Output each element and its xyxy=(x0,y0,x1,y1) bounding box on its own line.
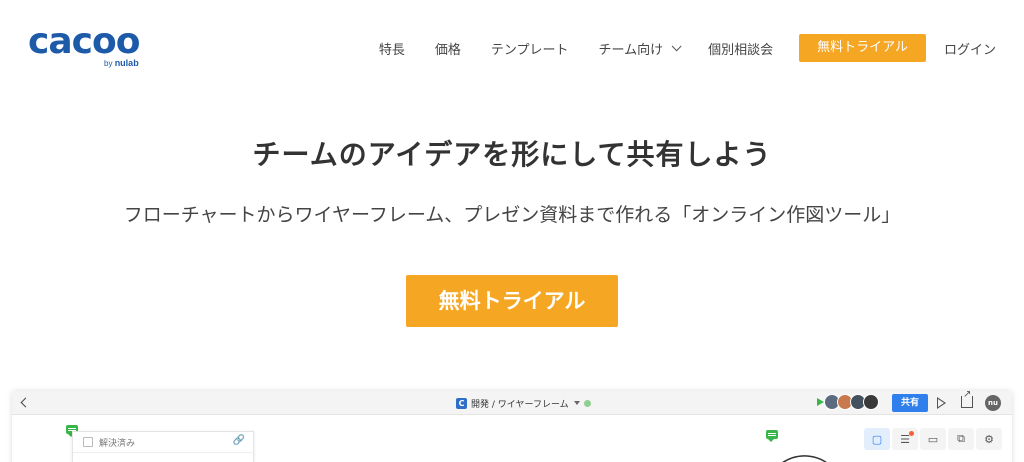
logo-by-brand: nulab xyxy=(114,58,139,68)
app-preview: C 開発 / ワイヤーフレーム 共有 nu 解決済み 🔗 ▢ ☰ ▭ ⧉ ⚙ xyxy=(12,391,1012,462)
collaborator-avatars[interactable] xyxy=(824,394,879,410)
editor-toolbar: C 開発 / ワイヤーフレーム 共有 nu xyxy=(12,391,1012,415)
video-icon[interactable]: ▭ xyxy=(920,428,946,450)
page-icon[interactable]: ▢ xyxy=(864,428,890,450)
cacoo-logo[interactable]: cacoo by nulab xyxy=(28,24,146,70)
free-trial-hero-button[interactable]: 無料トライアル xyxy=(406,275,618,327)
nav-item-features[interactable]: 特長 xyxy=(379,39,405,58)
user-avatar-icon[interactable]: nu xyxy=(985,395,1001,411)
gear-icon[interactable]: ⚙ xyxy=(976,428,1002,450)
breadcrumb[interactable]: C 開発 / ワイヤーフレーム xyxy=(456,395,591,411)
export-icon[interactable] xyxy=(961,391,973,408)
canvas-curve xyxy=(782,455,827,462)
link-icon[interactable]: 🔗 xyxy=(233,435,245,446)
site-header: cacoo by nulab 特長 価格 テンプレート チーム向け 個別相談会 … xyxy=(0,0,1024,96)
nav-item-templates[interactable]: テンプレート xyxy=(491,39,569,58)
cacoo-app-icon: C xyxy=(456,397,467,409)
login-link[interactable]: ログイン xyxy=(944,39,996,58)
comment-icon[interactable] xyxy=(766,430,778,442)
nav-item-consultation[interactable]: 個別相談会 xyxy=(708,39,773,58)
side-tools: ▢ ☰ ▭ ⧉ ⚙ xyxy=(864,428,1004,450)
chevron-down-icon xyxy=(671,40,682,51)
back-chevron-icon[interactable] xyxy=(20,397,31,408)
saved-status-icon xyxy=(583,399,591,407)
divider xyxy=(73,452,255,453)
logo-wordmark: cacoo xyxy=(28,21,140,62)
notification-badge xyxy=(909,431,914,436)
comments-icon[interactable]: ☰ xyxy=(892,428,918,450)
hero-title: チームのアイデアを形にして共有しよう xyxy=(252,138,772,171)
resolved-label: 解決済み xyxy=(99,439,136,449)
nav-item-for-teams[interactable]: チーム向け xyxy=(598,39,682,58)
play-icon[interactable] xyxy=(937,397,946,409)
sheets-icon[interactable]: ⧉ xyxy=(948,428,974,450)
logo-byline: by nulab xyxy=(104,58,139,68)
caret-down-icon[interactable] xyxy=(573,401,580,405)
comment-panel: 解決済み 🔗 xyxy=(72,431,255,462)
nav-item-for-teams-label: チーム向け xyxy=(598,42,664,58)
hero-subtitle: フローチャートからワイヤーフレーム、プレゼン資料まで作れる「オンライン作図ツール… xyxy=(123,204,901,226)
logo-by-prefix: by xyxy=(104,59,113,68)
free-trial-nav-button[interactable]: 無料トライアル xyxy=(799,34,926,62)
avatar[interactable] xyxy=(863,394,879,410)
nav-item-pricing[interactable]: 価格 xyxy=(435,39,461,58)
main-nav: 特長 価格 テンプレート チーム向け 個別相談会 無料トライアル ログイン xyxy=(349,34,996,62)
resolved-checkbox[interactable] xyxy=(83,437,93,447)
share-button[interactable]: 共有 xyxy=(892,394,928,412)
flag-icon xyxy=(817,398,824,406)
breadcrumb-text: 開発 / ワイヤーフレーム xyxy=(471,399,569,410)
